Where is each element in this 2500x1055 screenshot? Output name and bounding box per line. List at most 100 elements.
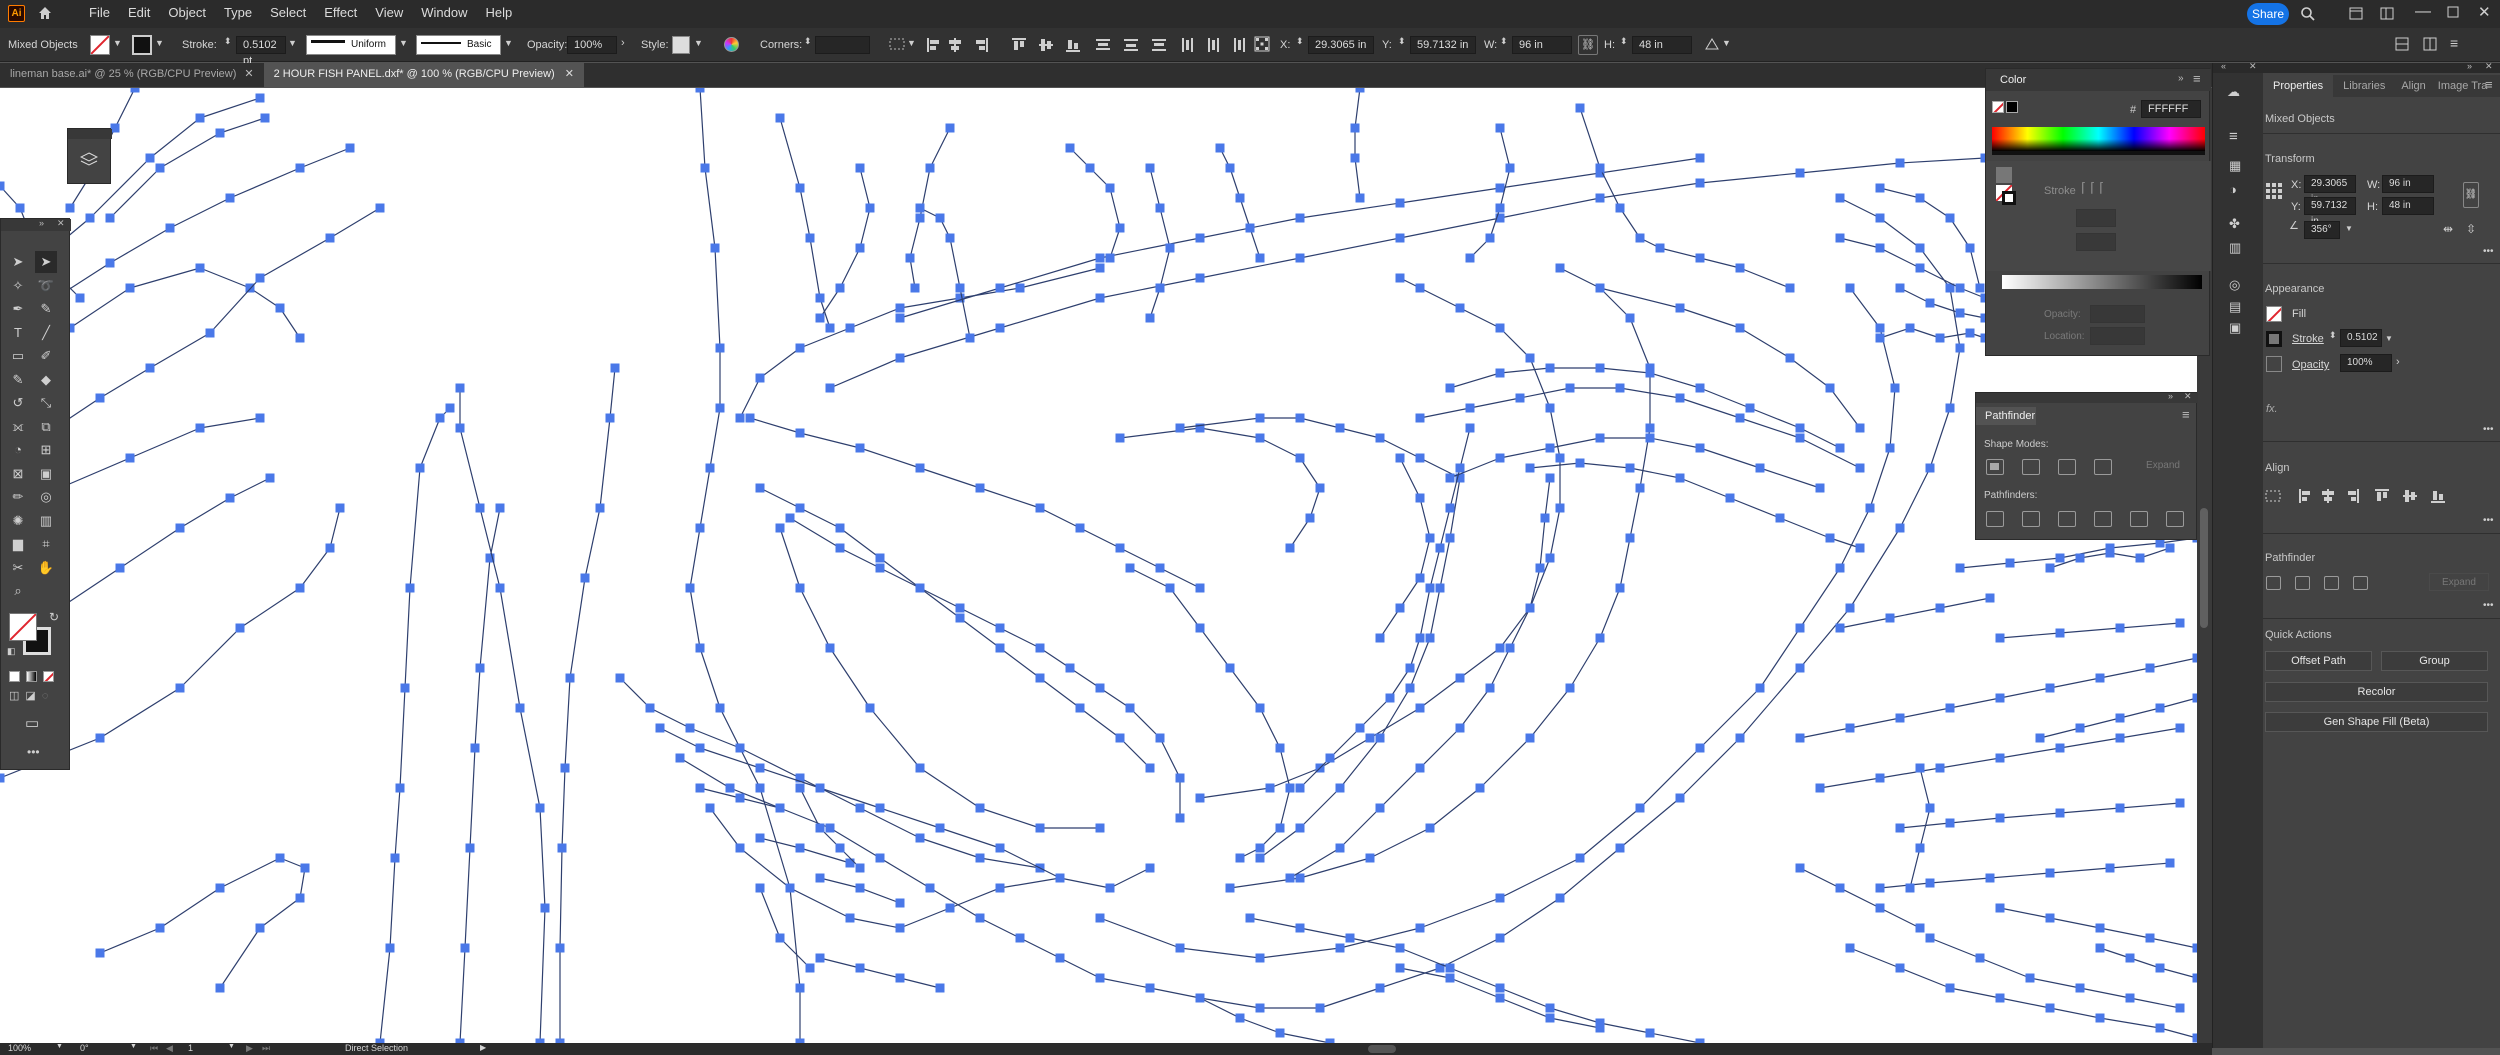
anchor-point[interactable] bbox=[755, 833, 765, 843]
anchor-point[interactable] bbox=[1615, 203, 1625, 213]
anchor-point[interactable] bbox=[1525, 463, 1535, 473]
anchor-point[interactable] bbox=[1245, 223, 1255, 233]
anchor-point[interactable] bbox=[995, 283, 1005, 293]
anchor-point[interactable] bbox=[2155, 703, 2165, 713]
curvature-tool-icon[interactable]: ✎ bbox=[35, 298, 57, 320]
anchor-point[interactable] bbox=[1955, 563, 1965, 573]
minus-front-icon[interactable] bbox=[2295, 576, 2310, 590]
anchor-point[interactable] bbox=[1935, 603, 1945, 613]
anchor-point[interactable] bbox=[715, 343, 725, 353]
anchor-point[interactable] bbox=[915, 583, 925, 593]
anchor-point[interactable] bbox=[1645, 368, 1655, 378]
anchor-point[interactable] bbox=[2115, 803, 2125, 813]
anchor-point[interactable] bbox=[1445, 963, 1455, 973]
artboards-icon[interactable]: ▣ bbox=[2229, 321, 2241, 334]
layers-icon[interactable]: ▤ bbox=[2229, 300, 2241, 313]
anchor-point[interactable] bbox=[1235, 1013, 1245, 1023]
anchor-point[interactable] bbox=[785, 883, 795, 893]
anchor-point[interactable] bbox=[1035, 673, 1045, 683]
anchor-point[interactable] bbox=[1095, 823, 1105, 833]
none-swatch[interactable] bbox=[1996, 167, 2012, 183]
anchor-point[interactable] bbox=[1625, 313, 1635, 323]
anchor-point[interactable] bbox=[540, 903, 550, 913]
shape-builder-tool-icon[interactable]: ◔ bbox=[7, 439, 29, 461]
color-fill-stroke-mini[interactable] bbox=[1992, 101, 2018, 115]
minus-front-icon[interactable] bbox=[2022, 459, 2040, 475]
anchor-point[interactable] bbox=[1675, 303, 1685, 313]
anchor-point[interactable] bbox=[1305, 513, 1315, 523]
w-field[interactable]: 96 in bbox=[1512, 36, 1572, 54]
anchor-point[interactable] bbox=[65, 203, 75, 213]
anchor-point[interactable] bbox=[1175, 423, 1185, 433]
anchor-point[interactable] bbox=[875, 853, 885, 863]
anchor-point[interactable] bbox=[375, 203, 385, 213]
anchor-point[interactable] bbox=[1625, 463, 1635, 473]
anchor-point[interactable] bbox=[1355, 193, 1365, 203]
close-panel-icon[interactable]: ✕ bbox=[57, 218, 65, 229]
anchor-point[interactable] bbox=[1905, 323, 1915, 333]
stroke-swatch[interactable] bbox=[132, 35, 152, 55]
color-panel-header[interactable]: Color » ≡ bbox=[1986, 69, 2211, 91]
trim-icon[interactable] bbox=[2022, 511, 2040, 527]
artwork-path[interactable] bbox=[1229, 267, 1651, 889]
panel-menu-icon[interactable]: ≡ bbox=[2193, 71, 2201, 86]
anchor-point[interactable] bbox=[145, 363, 155, 373]
anchor-point[interactable] bbox=[795, 343, 805, 353]
gradient-icon[interactable] bbox=[26, 671, 37, 682]
anchor-point[interactable] bbox=[1890, 383, 1900, 393]
anchor-point[interactable] bbox=[1415, 923, 1425, 933]
anchor-point[interactable] bbox=[645, 703, 655, 713]
artboard-canvas[interactable] bbox=[0, 88, 2197, 1043]
anchor-point[interactable] bbox=[1415, 703, 1425, 713]
column-graph-tool-icon[interactable]: ▥ bbox=[35, 510, 57, 532]
rotation-dropdown-icon[interactable]: ▼ bbox=[130, 1043, 137, 1050]
tab-align[interactable]: Align bbox=[2395, 75, 2431, 97]
anchor-point[interactable] bbox=[1315, 1003, 1325, 1013]
draw-behind-icon[interactable]: ◪ bbox=[25, 691, 35, 702]
intersect-icon[interactable] bbox=[2058, 459, 2076, 475]
anchor-point[interactable] bbox=[1795, 168, 1805, 178]
artwork-path[interactable] bbox=[1879, 862, 2171, 889]
anchor-point[interactable] bbox=[1915, 263, 1925, 273]
rotate-dropdown-icon[interactable]: ▼ bbox=[2345, 225, 2353, 233]
anchor-point[interactable] bbox=[1545, 1013, 1555, 1023]
anchor-point[interactable] bbox=[435, 413, 445, 423]
scale-tool-icon[interactable]: ⤡ bbox=[35, 392, 57, 414]
collapse-icon[interactable]: » bbox=[2178, 73, 2184, 84]
anchor-point[interactable] bbox=[2045, 683, 2055, 693]
anchor-point[interactable] bbox=[1855, 423, 1865, 433]
rotate-tool-icon[interactable]: ↺ bbox=[7, 392, 29, 414]
anchor-point[interactable] bbox=[1735, 413, 1745, 423]
artwork-path[interactable] bbox=[109, 117, 266, 219]
anchor-point[interactable] bbox=[1465, 423, 1475, 433]
artwork-path[interactable] bbox=[1249, 917, 1701, 1043]
anchor-point[interactable] bbox=[1105, 883, 1115, 893]
artwork-path[interactable] bbox=[739, 267, 1101, 419]
anchor-point[interactable] bbox=[1545, 553, 1555, 563]
anchor-point[interactable] bbox=[215, 128, 225, 138]
anchor-point[interactable] bbox=[1415, 413, 1425, 423]
artwork-path[interactable] bbox=[559, 367, 616, 1043]
gradient-tool-icon[interactable]: ▣ bbox=[35, 463, 57, 485]
anchor-point[interactable] bbox=[1935, 763, 1945, 773]
anchor-point[interactable] bbox=[1285, 543, 1295, 553]
anchor-point[interactable] bbox=[1545, 443, 1555, 453]
artwork-path[interactable] bbox=[1529, 462, 1861, 549]
anchor-point[interactable] bbox=[895, 973, 905, 983]
anchor-point[interactable] bbox=[910, 283, 920, 293]
artwork-path[interactable] bbox=[899, 157, 1701, 319]
anchor-point[interactable] bbox=[1285, 873, 1295, 883]
anchor-point[interactable] bbox=[2035, 733, 2045, 743]
anchor-point[interactable] bbox=[155, 163, 165, 173]
anchor-point[interactable] bbox=[785, 513, 795, 523]
style-dropdown-icon[interactable]: ▼ bbox=[694, 39, 703, 48]
anchor-point[interactable] bbox=[855, 863, 865, 873]
anchor-point[interactable] bbox=[1285, 783, 1295, 793]
anchor-point[interactable] bbox=[1975, 283, 1985, 293]
anchor-point[interactable] bbox=[105, 213, 115, 223]
horizontal-scroll-thumb[interactable] bbox=[1368, 1045, 1396, 1053]
anchor-point[interactable] bbox=[1255, 843, 1265, 853]
anchor-point[interactable] bbox=[145, 153, 155, 163]
anchor-point[interactable] bbox=[685, 583, 695, 593]
anchor-point[interactable] bbox=[1405, 683, 1415, 693]
